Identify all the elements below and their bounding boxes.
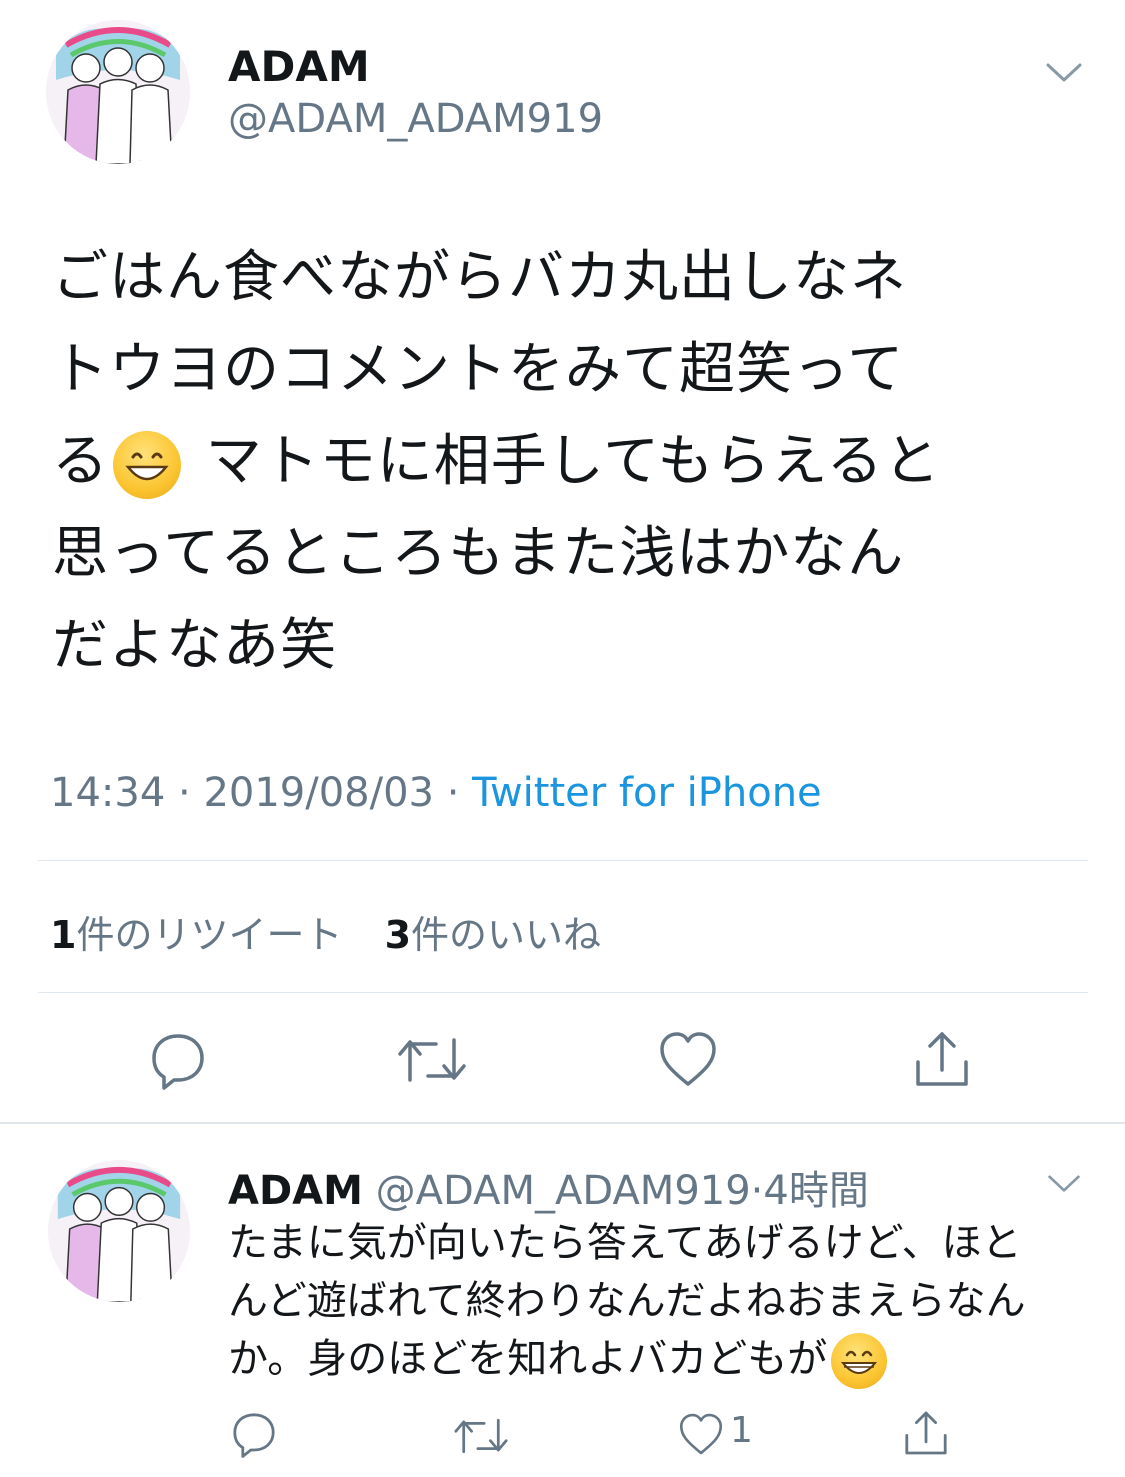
meta-separator: · bbox=[750, 1168, 764, 1214]
tweet-source-link[interactable]: Twitter for iPhone bbox=[472, 770, 822, 816]
reply-text: たまに気が向いたら答えてあげるけど、ほと んど遊ばれて終わりなんだよねおまえらな… bbox=[228, 1214, 1108, 1389]
retweet-icon[interactable] bbox=[452, 1414, 510, 1458]
reply-like-count: 1 bbox=[730, 1410, 753, 1451]
divider bbox=[38, 860, 1088, 861]
chevron-down-icon[interactable] bbox=[1044, 60, 1084, 86]
author-avatar[interactable] bbox=[46, 20, 190, 164]
reply-text-line: か。身のほどを知れよバカどもが bbox=[228, 1330, 1108, 1389]
tweet-text-line: ごはん食べながらバカ丸出しなネ bbox=[52, 245, 907, 310]
tweet-text-line: 思ってるところもまた浅はかなん bbox=[52, 521, 905, 586]
tweet-time[interactable]: 14:34 bbox=[50, 770, 165, 816]
like-icon[interactable] bbox=[658, 1030, 718, 1088]
reply-text-line: たまに気が向いたら答えてあげるけど、ほと bbox=[228, 1220, 1022, 1266]
divider bbox=[38, 992, 1088, 993]
retweet-icon[interactable] bbox=[396, 1032, 468, 1088]
grinning-face-emoji bbox=[113, 430, 181, 499]
meta-separator: · bbox=[446, 770, 460, 816]
reply-icon[interactable] bbox=[148, 1030, 208, 1090]
reply-timestamp[interactable]: 4時間 bbox=[763, 1168, 868, 1214]
meta-separator: · bbox=[178, 770, 191, 816]
like-stat[interactable]: 3件のいいね bbox=[385, 913, 601, 957]
tweet-text-line: る マトモに相手してもらえると bbox=[52, 416, 1082, 508]
tweet-text-line: トウヨのコメントをみて超笑って bbox=[52, 337, 905, 402]
retweet-stat[interactable]: 1件のリツイート bbox=[50, 913, 342, 957]
like-icon[interactable] bbox=[678, 1412, 724, 1456]
chevron-down-icon[interactable] bbox=[1046, 1172, 1082, 1196]
share-icon[interactable] bbox=[912, 1028, 972, 1090]
tweet-stats: 1件のリツイート 3件のいいね bbox=[50, 904, 601, 959]
tweet-meta: 14:34 · 2019/08/03 · Twitter for iPhone bbox=[50, 770, 822, 816]
tweet-text-line: だよなあ笑 bbox=[52, 613, 337, 678]
grinning-face-emoji bbox=[831, 1333, 888, 1389]
reply-author-handle[interactable]: @ADAM_ADAM919 bbox=[376, 1168, 751, 1214]
author-name[interactable]: ADAM bbox=[228, 42, 370, 91]
author-handle[interactable]: @ADAM_ADAM919 bbox=[228, 96, 603, 142]
reply-icon[interactable] bbox=[230, 1410, 278, 1458]
tweet-text: ごはん食べながらバカ丸出しなネ トウヨのコメントをみて超笑って る マトモに相手… bbox=[52, 232, 1082, 692]
share-icon[interactable] bbox=[902, 1408, 950, 1458]
reply-author-name[interactable]: ADAM bbox=[228, 1168, 363, 1214]
section-divider bbox=[0, 1122, 1125, 1124]
reply-header: ADAM @ADAM_ADAM919·4時間 bbox=[228, 1158, 869, 1216]
tweet-date[interactable]: 2019/08/03 bbox=[203, 770, 434, 816]
reply-author-avatar[interactable] bbox=[48, 1160, 190, 1302]
reply-text-line: んど遊ばれて終わりなんだよねおまえらなん bbox=[228, 1278, 1026, 1324]
